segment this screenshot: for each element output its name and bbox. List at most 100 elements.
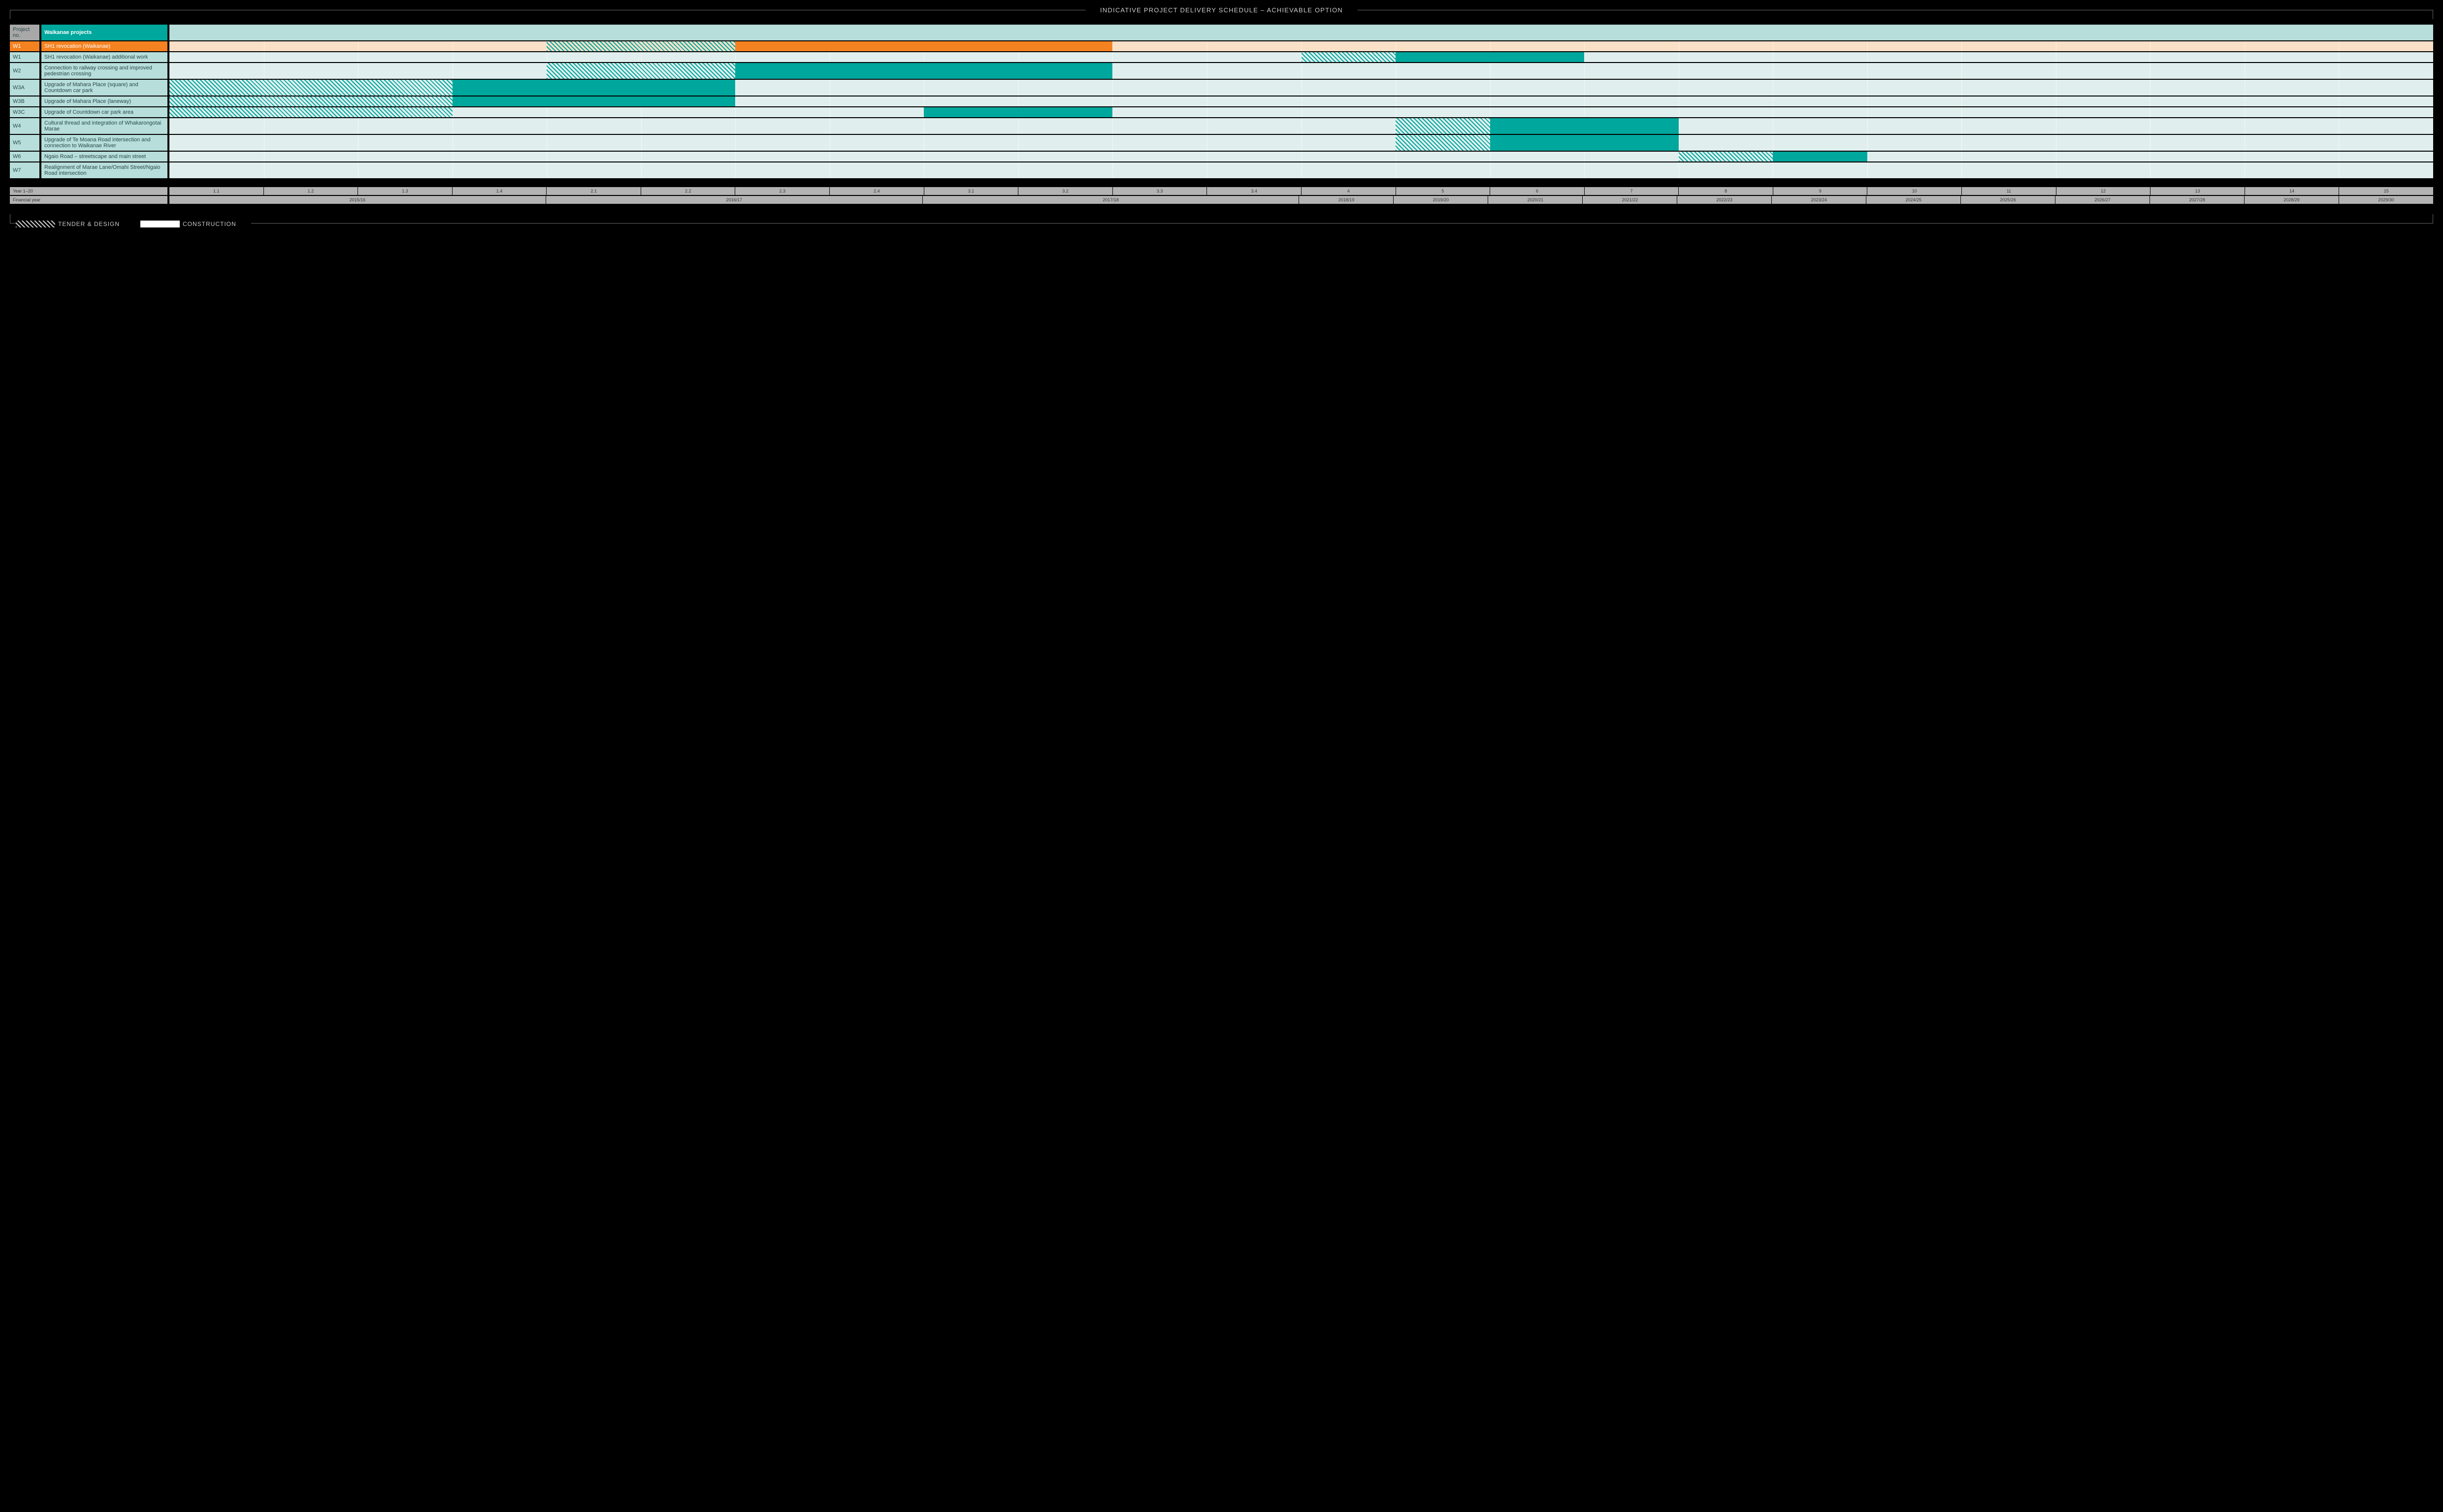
gantt-timeline	[169, 97, 2433, 106]
project-name: Cultural thread and integration of Whaka…	[41, 118, 167, 134]
table-row: W1SH1 revocation (Waikanae)	[10, 41, 2433, 51]
project-name: Ngaio Road – streetscape and main street	[41, 152, 167, 161]
bar-tender-design	[547, 41, 735, 51]
bar-tender-design	[1302, 52, 1396, 62]
legend-swatch-construction	[140, 221, 180, 227]
year-tick: 3.2	[1018, 187, 1112, 195]
financial-year-cell: 2018/19	[1299, 196, 1393, 204]
year-tick: 4	[1302, 187, 1396, 195]
gantt-timeline	[169, 152, 2433, 161]
financial-year-cell: 2019/20	[1394, 196, 1488, 204]
year-tick: 2.3	[735, 187, 829, 195]
gantt-timeline	[169, 107, 2433, 117]
bar-construction	[1773, 152, 1867, 161]
bar-construction	[453, 97, 736, 106]
year-tick: 7	[1585, 187, 1679, 195]
bar-tender-design	[1396, 118, 1490, 134]
project-name: Upgrade of Mahara Place (laneway)	[41, 97, 167, 106]
table-row: W5Upgrade of Te Moana Road intersection …	[10, 135, 2433, 151]
project-name: SH1 revocation (Waikanae)	[41, 41, 167, 51]
bar-construction	[453, 80, 736, 96]
gantt-timeline	[169, 118, 2433, 134]
financial-year-cell: 2016/17	[546, 196, 922, 204]
financial-year-cell: 2021/22	[1583, 196, 1677, 204]
table-row: W4Cultural thread and integration of Wha…	[10, 118, 2433, 134]
financial-year-cell: 2027/28	[2150, 196, 2244, 204]
year-tick: 12	[2056, 187, 2150, 195]
page-title-rule: INDICATIVE PROJECT DELIVERY SCHEDULE – A…	[10, 10, 2433, 18]
bar-tender-design	[547, 63, 735, 79]
project-id: W7	[10, 162, 39, 178]
legend-label-construction: CONSTRUCTION	[183, 221, 236, 227]
legend-swatch-tender-design	[16, 221, 55, 227]
financial-year-cell: 2029/30	[2339, 196, 2433, 204]
financial-year-cell: 2025/26	[1961, 196, 2055, 204]
year-tick: 13	[2150, 187, 2245, 195]
axis-financial-years: 2015/162016/172017/182018/192019/202020/…	[169, 196, 2433, 204]
legend-rule: TENDER & DESIGN CONSTRUCTION	[10, 213, 2433, 224]
bar-tender-design	[169, 80, 453, 96]
project-id: W1	[10, 52, 39, 62]
project-name: Upgrade of Te Moana Road intersection an…	[41, 135, 167, 151]
year-tick: 8	[1679, 187, 1773, 195]
table-row: W1SH1 revocation (Waikanae) additional w…	[10, 52, 2433, 62]
year-tick: 2.1	[547, 187, 641, 195]
table-row: W3AUpgrade of Mahara Place (square) and …	[10, 80, 2433, 96]
project-name: Connection to railway crossing and impro…	[41, 63, 167, 79]
year-tick: 11	[1962, 187, 2056, 195]
bar-tender-design	[169, 107, 453, 117]
year-tick: 3.3	[1113, 187, 1207, 195]
bar-construction	[735, 41, 1112, 51]
year-tick: 3.4	[1207, 187, 1301, 195]
bar-construction	[1396, 52, 1584, 62]
year-tick: 14	[2245, 187, 2339, 195]
financial-year-cell: 2023/24	[1772, 196, 1866, 204]
year-tick: 1.3	[358, 187, 452, 195]
bar-construction	[735, 63, 1112, 79]
year-tick: 3.1	[924, 187, 1018, 195]
financial-year-cell: 2028/29	[2245, 196, 2339, 204]
year-tick: 10	[1867, 187, 1961, 195]
project-id: W4	[10, 118, 39, 134]
gantt-timeline	[169, 52, 2433, 62]
project-id: W3B	[10, 97, 39, 106]
gantt-timeline	[169, 41, 2433, 51]
project-name: SH1 revocation (Waikanae) additional wor…	[41, 52, 167, 62]
project-id: W5	[10, 135, 39, 151]
year-tick: 1.2	[264, 187, 358, 195]
page-title: INDICATIVE PROJECT DELIVERY SCHEDULE – A…	[1085, 6, 1358, 14]
gantt-timeline	[169, 80, 2433, 96]
col-header-project-no: Project no.	[10, 25, 39, 40]
table-row: W3CUpgrade of Countdown car park area	[10, 107, 2433, 117]
year-tick: 5	[1396, 187, 1490, 195]
table-row: W6Ngaio Road – streetscape and main stre…	[10, 152, 2433, 161]
col-header-timeline-band	[169, 25, 2433, 40]
year-tick: 2.4	[830, 187, 924, 195]
financial-year-cell: 2020/21	[1488, 196, 1582, 204]
project-name: Upgrade of Countdown car park area	[41, 107, 167, 117]
bar-tender-design	[169, 97, 453, 106]
project-name: Realignment of Marae Lane/Omahi Street/N…	[41, 162, 167, 178]
axis-fy-label: Financial year	[10, 196, 167, 204]
year-tick: 15	[2339, 187, 2433, 195]
table-row: W7Realignment of Marae Lane/Omahi Street…	[10, 162, 2433, 178]
bar-construction	[1490, 135, 1679, 151]
bar-tender-design	[1679, 152, 1773, 161]
table-row: W2Connection to railway crossing and imp…	[10, 63, 2433, 79]
year-tick: 2.2	[641, 187, 735, 195]
bar-construction	[1490, 118, 1679, 134]
legend: TENDER & DESIGN CONSTRUCTION	[16, 221, 251, 227]
project-id: W3C	[10, 107, 39, 117]
axis-year-ticks: 1.11.21.31.42.12.22.32.43.13.23.33.44567…	[169, 187, 2433, 195]
col-header-project-group: Waikanae projects	[41, 25, 167, 40]
financial-year-cell: 2017/18	[923, 196, 1299, 204]
year-tick: 1.4	[453, 187, 547, 195]
bar-tender-design	[1396, 135, 1490, 151]
project-id: W1	[10, 41, 39, 51]
financial-year-cell: 2015/16	[169, 196, 546, 204]
year-tick: 6	[1490, 187, 1584, 195]
project-id: W6	[10, 152, 39, 161]
axis-year-label: Year 1–20	[10, 187, 167, 195]
bar-construction	[924, 107, 1112, 117]
gantt-timeline	[169, 63, 2433, 79]
